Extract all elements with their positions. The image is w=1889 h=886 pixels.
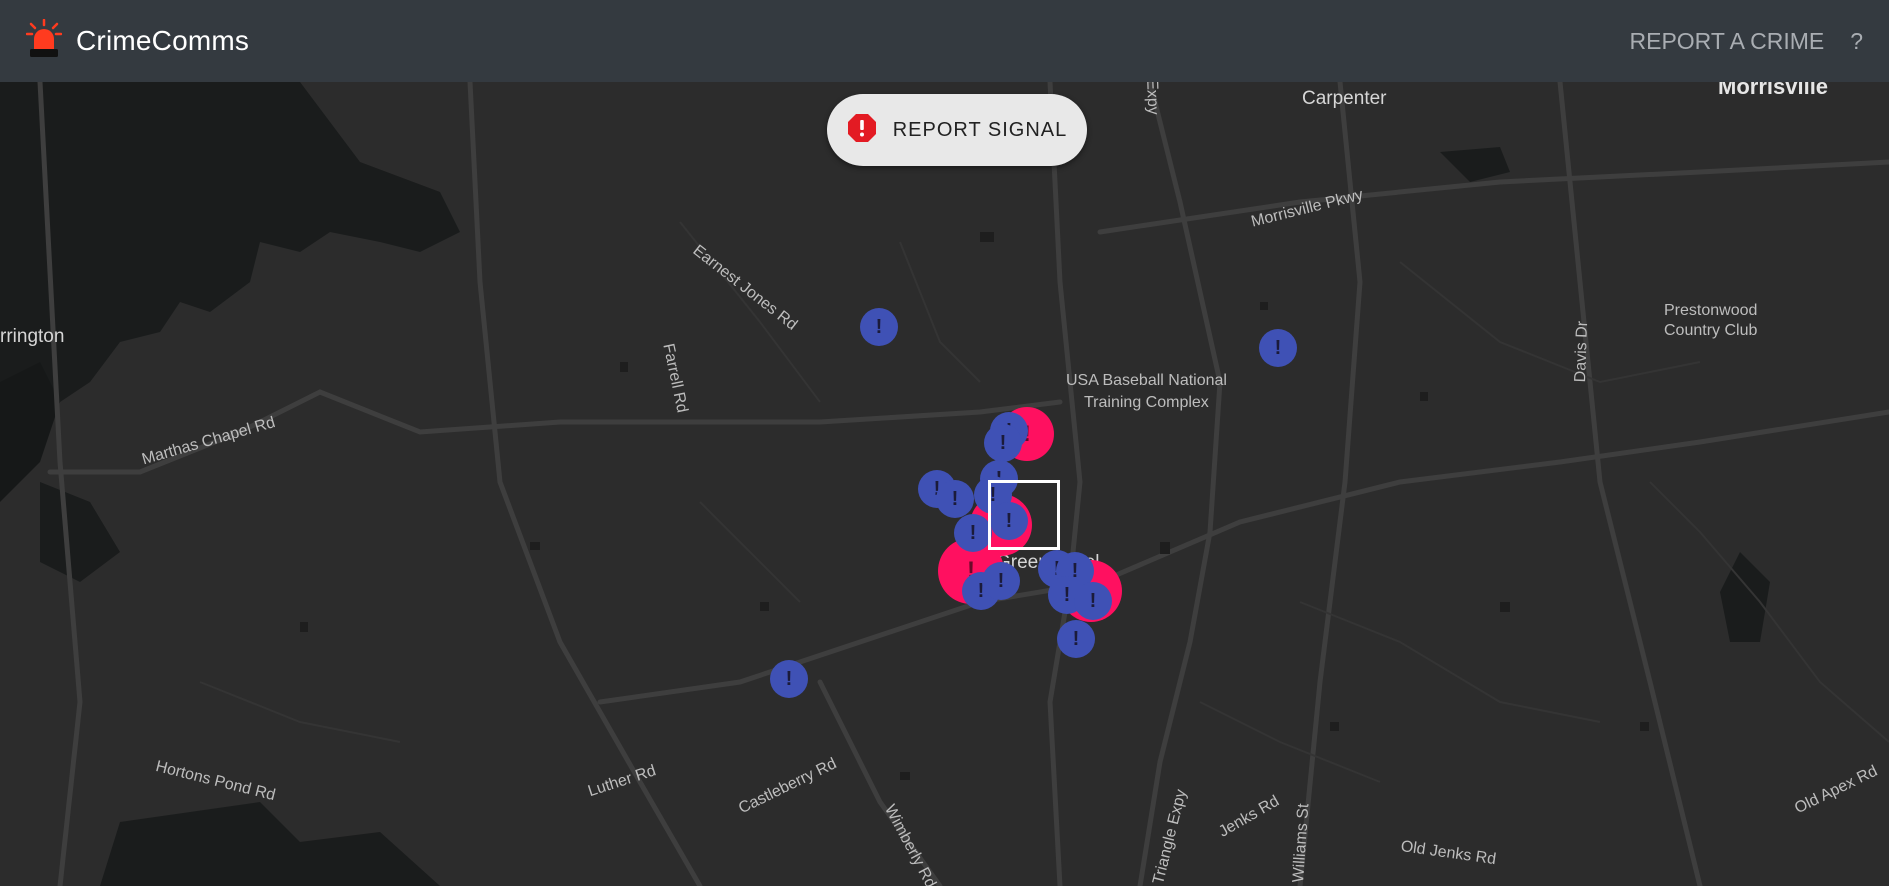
report-signal-label: REPORT SIGNAL (892, 118, 1068, 141)
lake-shape (1440, 147, 1510, 182)
map-label-davis-dr: Davis Dr (1572, 320, 1592, 383)
incident-marker[interactable]: ! (1057, 620, 1095, 658)
map-label-morrisville: Morrisville (1718, 82, 1829, 99)
lake-shape (0, 82, 460, 442)
alert-octagon-icon (847, 113, 877, 148)
map-label-usa-baseball-line2: Training Complex (1084, 394, 1209, 411)
top-navbar: CrimeComms REPORT A CRIME ? (0, 0, 1889, 82)
map-label-arrington: rrington (0, 326, 65, 347)
map-label-usa-baseball-line1: USA Baseball National (1066, 372, 1227, 389)
incident-marker[interactable]: ! (860, 308, 898, 346)
map-label-prestonwood-line1: Prestonwood (1664, 302, 1758, 319)
incident-marker[interactable]: ! (936, 480, 974, 518)
selected-area-box[interactable] (988, 480, 1060, 550)
incident-marker[interactable]: ! (770, 660, 808, 698)
map-label-expy: Expy (1143, 82, 1162, 116)
help-link[interactable]: ? (1850, 28, 1863, 55)
brand-link[interactable]: CrimeComms (25, 18, 250, 64)
incident-marker[interactable]: ! (1074, 582, 1112, 620)
report-crime-link[interactable]: REPORT A CRIME (1630, 28, 1825, 55)
incident-marker[interactable]: ! (1259, 329, 1297, 367)
report-signal-button[interactable]: REPORT SIGNAL (827, 94, 1087, 166)
building-blocks (300, 232, 1649, 780)
lake-shape (40, 482, 120, 582)
map-label-carpenter: Carpenter (1302, 88, 1387, 109)
lake-shape (100, 802, 440, 886)
incident-marker[interactable]: ! (982, 562, 1020, 600)
navbar-links: REPORT A CRIME ? (1630, 28, 1864, 55)
siren-icon (25, 18, 63, 64)
incident-marker[interactable]: ! (984, 424, 1022, 462)
app-title: CrimeComms (76, 25, 250, 56)
incident-marker[interactable]: ! (954, 514, 992, 552)
map-label-prestonwood-line2: Country Club (1664, 322, 1758, 339)
crime-map[interactable]: Morrisville Carpenter Morrisville Pkwy E… (0, 82, 1889, 886)
